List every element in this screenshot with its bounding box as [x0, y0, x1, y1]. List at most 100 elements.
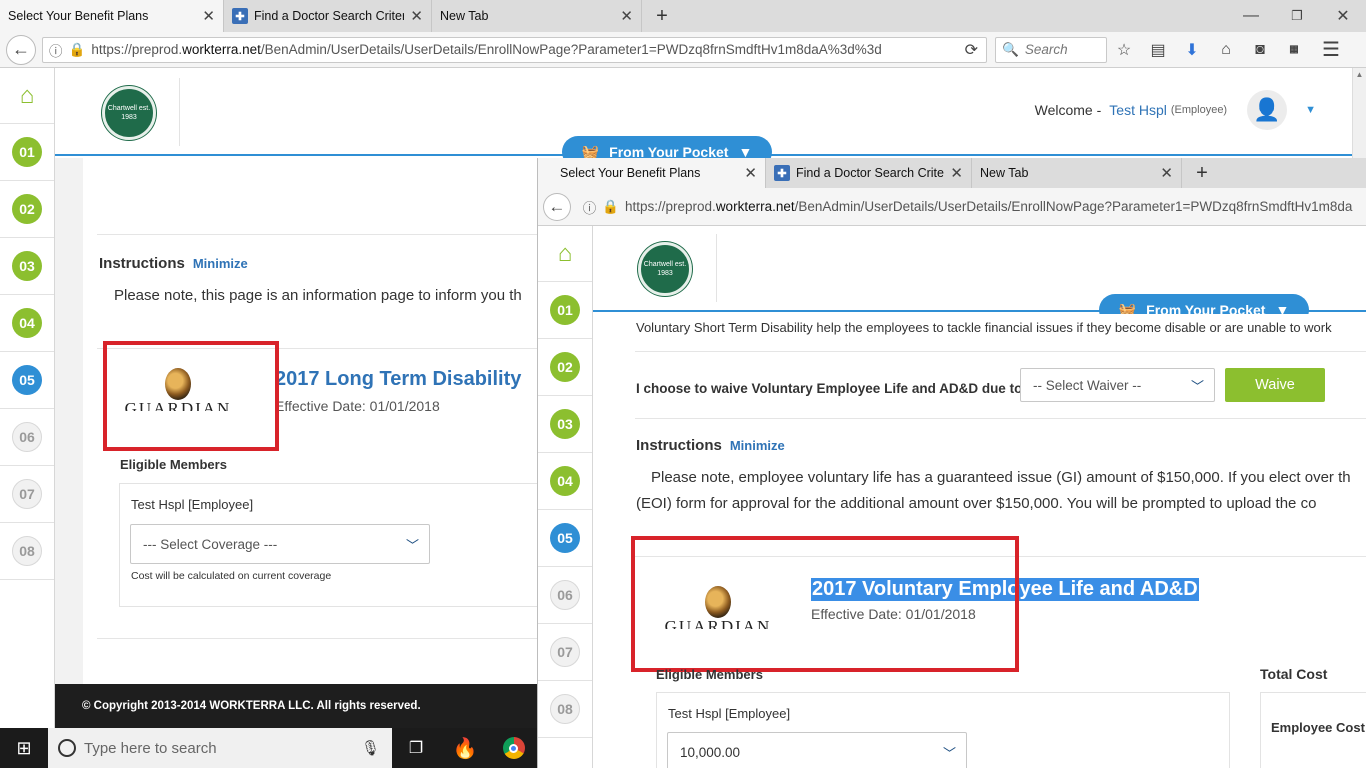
back-tab-strip: Select Your Benefit Plans ✕ ✚ Find a Doc…	[0, 0, 1366, 32]
user-name[interactable]: Test Hspl	[1109, 102, 1167, 118]
restore-window-icon[interactable]: ❐	[1274, 0, 1320, 32]
tab-title: Find a Doctor Search Criteria	[796, 166, 945, 180]
info-icon[interactable]: ⓘ	[49, 40, 63, 60]
microphone-icon[interactable]: 🎙	[361, 739, 380, 757]
step-03[interactable]: 03	[0, 238, 54, 295]
chevron-down-icon: ﹀	[405, 537, 419, 553]
waive-button[interactable]: Waive	[1225, 368, 1325, 402]
step-01[interactable]: 01	[0, 124, 54, 181]
close-icon[interactable]: ✕	[1160, 164, 1173, 182]
browser-search-input[interactable]: 🔍 Search	[995, 36, 1107, 63]
back-content-area: Instructions Minimize Please note, this …	[55, 158, 537, 684]
user-menu-caret-icon[interactable]: ▼	[1305, 104, 1316, 116]
step-06[interactable]: 06	[0, 409, 54, 466]
step-04[interactable]: 04	[538, 453, 592, 510]
company-logo[interactable]: Chartwell est. 1983	[102, 86, 156, 140]
taskbar-search-input[interactable]: Type here to search 🎙	[48, 728, 392, 768]
pocket-icon[interactable]: ◙	[1243, 41, 1277, 59]
coverage-select-value: --- Select Coverage ---	[143, 536, 278, 552]
divider	[97, 638, 537, 639]
close-icon[interactable]: ✕	[620, 7, 633, 25]
front-tab-select-plans[interactable]: Select Your Benefit Plans ✕	[538, 158, 766, 188]
back-arrow-icon[interactable]: ←	[543, 192, 571, 221]
close-icon[interactable]: ✕	[744, 164, 757, 182]
divider	[635, 418, 1366, 419]
step-01[interactable]: 01	[538, 282, 592, 339]
new-tab-plus-icon[interactable]: +	[642, 0, 682, 32]
windows-start-icon[interactable]: ⊞	[0, 728, 48, 768]
step-06[interactable]: 06	[538, 567, 592, 624]
step-05[interactable]: 05	[0, 352, 54, 409]
back-tab-find-doctor[interactable]: ✚ Find a Doctor Search Criteria ✕	[224, 0, 432, 32]
eligible-members-label: Eligible Members	[656, 667, 763, 682]
step-number: 02	[12, 194, 42, 224]
chevron-down-icon: ﹀	[1190, 378, 1204, 394]
close-icon[interactable]: ✕	[202, 7, 215, 25]
back-scrollbar[interactable]: ▲	[1352, 68, 1366, 158]
step-number: 04	[550, 466, 580, 496]
step-02[interactable]: 02	[538, 339, 592, 396]
tab-title: Select Your Benefit Plans	[560, 166, 701, 180]
chrome-taskbar-icon[interactable]	[490, 728, 537, 768]
waiver-select[interactable]: -- Select Waiver -- ﹀	[1020, 368, 1215, 402]
step-03[interactable]: 03	[538, 396, 592, 453]
step-04[interactable]: 04	[0, 295, 54, 352]
home-icon[interactable]: ⌂	[0, 68, 54, 124]
url-prefix: https://preprod.	[625, 199, 716, 214]
task-view-icon[interactable]: ❐	[392, 728, 440, 768]
header-divider	[716, 234, 717, 302]
close-icon[interactable]: ✕	[950, 164, 963, 182]
step-07[interactable]: 07	[538, 624, 592, 681]
close-window-icon[interactable]: ✕	[1320, 0, 1366, 32]
front-tab-new[interactable]: New Tab ✕	[972, 158, 1182, 188]
back-tab-new[interactable]: New Tab ✕	[432, 0, 642, 32]
avatar[interactable]: 👤	[1247, 90, 1288, 130]
doctor-favicon-icon: ✚	[774, 165, 790, 181]
step-07[interactable]: 07	[0, 466, 54, 523]
instructions-text-line1: Please note, employee voluntary life has…	[651, 469, 1351, 486]
info-icon[interactable]: ⓘ	[583, 197, 597, 217]
step-02[interactable]: 02	[0, 181, 54, 238]
minimize-link[interactable]: Minimize	[730, 438, 785, 453]
instructions-heading: Instructions	[99, 255, 185, 272]
firefox-taskbar-icon[interactable]: 🔥	[440, 728, 490, 768]
coverage-select[interactable]: 10,000.00 ﹀	[667, 732, 967, 768]
highlight-rectangle	[631, 536, 1019, 672]
reload-icon[interactable]: ⟳	[965, 40, 978, 60]
coverage-select[interactable]: --- Select Coverage --- ﹀	[130, 524, 430, 564]
step-08[interactable]: 08	[0, 523, 54, 580]
front-tab-find-doctor[interactable]: ✚ Find a Doctor Search Criteria ✕	[766, 158, 972, 188]
step-number: 06	[12, 422, 42, 452]
menu-icon[interactable]: ☰	[1311, 37, 1351, 62]
step-05[interactable]: 05	[538, 510, 592, 567]
cost-note: Cost will be calculated on current cover…	[131, 570, 332, 582]
tab-title: Find a Doctor Search Criteria	[254, 9, 405, 23]
back-arrow-icon[interactable]: ←	[6, 34, 36, 65]
company-logo[interactable]: Chartwell est. 1983	[638, 242, 692, 296]
front-url-bar[interactable]: ⓘ 🔒 https://preprod. workterra.net/BenAdm…	[577, 194, 1366, 220]
back-nav-bar: ← ⓘ 🔒 https://preprod. workterra.net/BenA…	[0, 32, 1366, 68]
url-domain: workterra.net	[182, 42, 261, 57]
step-number: 08	[12, 536, 42, 566]
back-tab-select-plans[interactable]: Select Your Benefit Plans ✕	[0, 0, 224, 32]
new-tab-plus-icon[interactable]: +	[1182, 158, 1222, 188]
waiver-select-value: -- Select Waiver --	[1033, 377, 1142, 393]
waive-question: I choose to waive Voluntary Employee Lif…	[636, 381, 1023, 396]
bookmark-star-icon[interactable]: ☆	[1107, 40, 1141, 60]
home-icon[interactable]: ⌂	[1209, 41, 1243, 59]
news-icon[interactable]: ▦	[1277, 44, 1311, 55]
reading-list-icon[interactable]: ▤	[1141, 40, 1175, 60]
minimize-window-icon[interactable]: —	[1228, 0, 1274, 32]
back-url-bar[interactable]: ⓘ 🔒 https://preprod. workterra.net/BenAdm…	[42, 36, 987, 63]
download-icon[interactable]: ⬇	[1175, 40, 1209, 60]
total-cost-card: Employee Cost :	[1260, 692, 1366, 768]
home-icon[interactable]: ⌂	[538, 226, 592, 282]
step-number: 01	[550, 295, 580, 325]
minimize-link[interactable]: Minimize	[193, 256, 248, 271]
search-icon: 🔍	[1002, 41, 1019, 57]
step-08[interactable]: 08	[538, 681, 592, 738]
total-cost-label: Total Cost	[1260, 666, 1328, 682]
close-icon[interactable]: ✕	[410, 7, 423, 25]
scroll-up-arrow-icon[interactable]: ▲	[1353, 70, 1366, 79]
member-name: Test Hspl [Employee]	[668, 706, 791, 721]
